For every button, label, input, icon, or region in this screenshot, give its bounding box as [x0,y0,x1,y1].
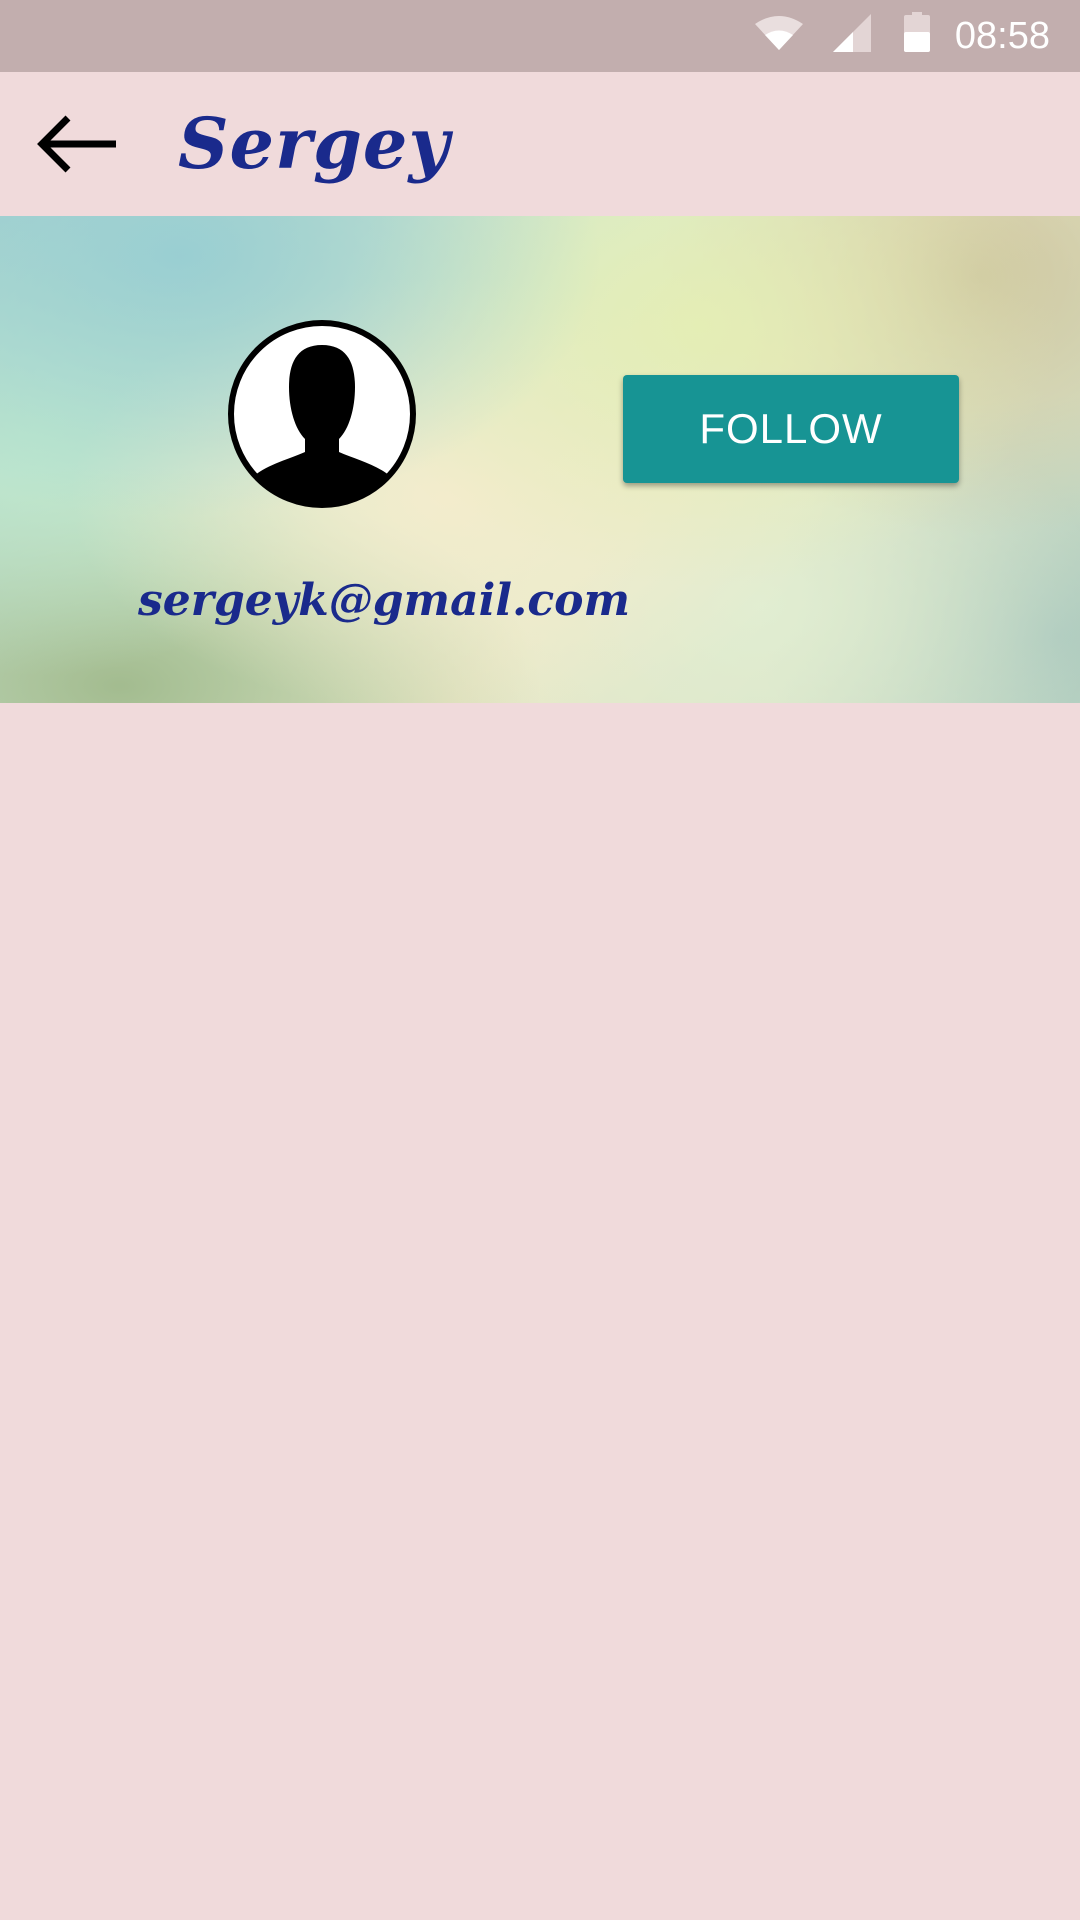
battery-icon [904,12,930,52]
app-bar: Sergey [0,72,1080,216]
arrow-left-icon[interactable] [36,112,120,176]
wifi-icon [755,16,803,50]
user-email: sergeyk@gmail.com [138,575,631,626]
follow-button[interactable]: FOLLOW [623,375,959,483]
profile-header: FOLLOW sergeyk@gmail.com [0,216,1080,703]
status-bar: 08:58 [0,0,1080,72]
page-title: Sergey [178,102,451,185]
person-silhouette-icon [228,320,416,508]
cell-signal-icon [833,14,871,52]
content-area [0,703,1080,1920]
status-time: 08:58 [954,15,1050,57]
